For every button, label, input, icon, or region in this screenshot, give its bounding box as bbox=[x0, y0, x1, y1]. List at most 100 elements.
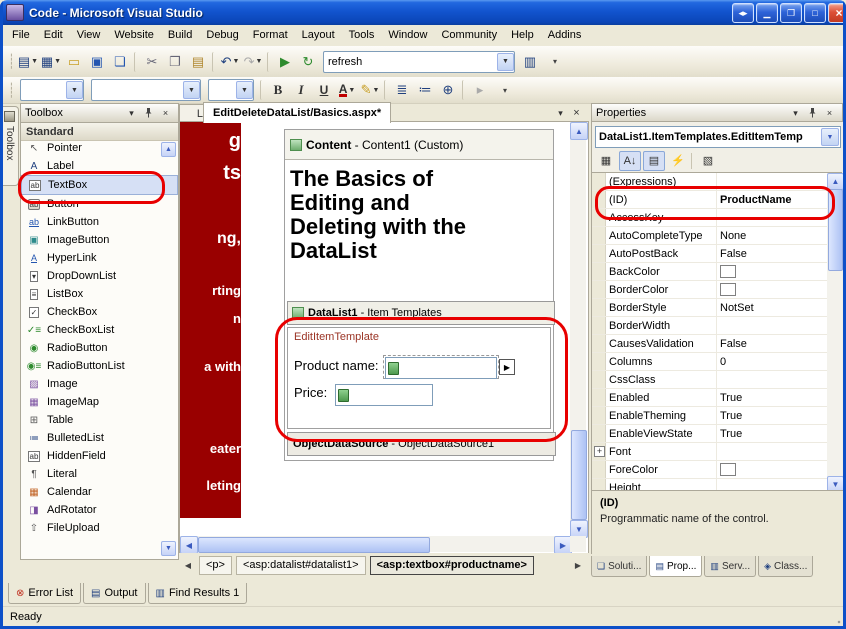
titlebar-button[interactable]: □ bbox=[804, 3, 826, 23]
toolbar-button[interactable]: ▤ ▼ bbox=[187, 51, 209, 73]
close-icon[interactable]: × bbox=[157, 105, 174, 121]
properties-toolbar-button[interactable]: ▦ bbox=[595, 151, 617, 171]
chevron-down-icon[interactable]: ▼ bbox=[821, 128, 839, 146]
properties-toolbar-button[interactable]: ▧ bbox=[697, 151, 719, 171]
property-row[interactable]: BorderWidth bbox=[592, 317, 827, 335]
property-row[interactable]: BackColor bbox=[592, 263, 827, 281]
property-value[interactable] bbox=[717, 461, 827, 478]
menu-item[interactable]: Website bbox=[107, 25, 161, 46]
bottom-panel-tab[interactable]: ⊗ Error List bbox=[8, 583, 81, 604]
close-icon[interactable]: × bbox=[821, 105, 838, 121]
toolbox-item[interactable]: ≔ BulletedList bbox=[21, 429, 178, 447]
menu-item[interactable]: Debug bbox=[199, 25, 245, 46]
properties-toolbar-button[interactable]: ⚡ bbox=[667, 151, 689, 171]
titlebar-button[interactable]: ▁ bbox=[756, 3, 778, 23]
properties-object-selector[interactable]: DataList1.ItemTemplates.EditItemTemp ▼ bbox=[595, 126, 841, 148]
property-value[interactable] bbox=[717, 443, 827, 460]
toolbox-header[interactable]: Toolbox ▾ × bbox=[21, 104, 178, 123]
toolbar-button[interactable]: ▥ ▼ bbox=[519, 51, 541, 73]
property-row[interactable]: CssClass bbox=[592, 371, 827, 389]
scroll-left-icon[interactable]: ◀ bbox=[180, 536, 198, 554]
toolbar-button[interactable]: ⊕ ▼ bbox=[437, 79, 459, 101]
toolbar-button[interactable]: U ▼ bbox=[313, 79, 335, 101]
property-value[interactable] bbox=[717, 371, 827, 388]
toolbar-button[interactable]: ▾ ▼ bbox=[544, 51, 566, 73]
toolbar-button[interactable]: ↻ ▼ bbox=[297, 51, 319, 73]
toolbox-item[interactable]: ◉≡ RadioButtonList bbox=[21, 357, 178, 375]
menu-item[interactable]: Build bbox=[161, 25, 199, 46]
toolbox-item[interactable]: ▦ Calendar bbox=[21, 483, 178, 501]
bottom-panel-tab[interactable]: ▥ Find Results 1 bbox=[148, 583, 248, 604]
toolbar-button[interactable]: ✂ ▼ bbox=[141, 51, 163, 73]
property-value[interactable]: True bbox=[717, 389, 827, 406]
properties-toolbar-button[interactable]: A↓ bbox=[619, 151, 641, 171]
designer-hscrollbar[interactable]: ◀ ▶ bbox=[180, 536, 570, 552]
edit-item-template-region[interactable]: EditItemTemplate Product name: ▶ Price: bbox=[287, 327, 551, 429]
property-value[interactable] bbox=[717, 173, 827, 190]
objectdatasource-control[interactable]: ObjectDataSource - ObjectDataSource1 bbox=[287, 432, 556, 456]
toolbox-item[interactable]: ⇧ FileUpload bbox=[21, 519, 178, 537]
menu-item[interactable]: View bbox=[70, 25, 108, 46]
menu-item[interactable]: Community bbox=[434, 25, 504, 46]
tool-window-tab[interactable]: ❏ Soluti... bbox=[591, 556, 647, 577]
toolbar-button[interactable]: refresh ▼ bbox=[323, 51, 515, 73]
menu-item[interactable]: Format bbox=[246, 25, 295, 46]
property-value[interactable]: 0 bbox=[717, 353, 827, 370]
menu-item[interactable]: Edit bbox=[37, 25, 70, 46]
toolbar-button[interactable]: ▼ bbox=[20, 79, 84, 101]
tag-nav-right-icon[interactable]: ▶ bbox=[571, 557, 585, 573]
tag-breadcrumb[interactable]: <p> bbox=[199, 556, 232, 575]
toolbar-button[interactable]: ❐ ▼ bbox=[164, 51, 186, 73]
property-row[interactable]: ForeColor bbox=[592, 461, 827, 479]
menu-item[interactable]: File bbox=[5, 25, 37, 46]
toolbox-autohide-tab[interactable]: Toolbox bbox=[1, 106, 19, 186]
property-row[interactable]: CausesValidation False bbox=[592, 335, 827, 353]
property-value[interactable]: None bbox=[717, 227, 827, 244]
pin-icon[interactable] bbox=[140, 105, 157, 121]
toolbar-button[interactable]: ▭ ▼ bbox=[63, 51, 85, 73]
property-value[interactable]: True bbox=[717, 425, 827, 442]
content-region[interactable]: Content - Content1 (Custom) The Basics o… bbox=[284, 129, 554, 461]
toolbox-item[interactable]: ¶ Literal bbox=[21, 465, 178, 483]
toolbar-button[interactable]: ▶ ▼ bbox=[274, 51, 296, 73]
toolbox-item[interactable]: A Label bbox=[21, 157, 178, 175]
toolbar-button[interactable]: ▼ bbox=[91, 79, 201, 101]
property-row[interactable]: AutoCompleteType None bbox=[592, 227, 827, 245]
toolbox-item[interactable]: ◉ RadioButton bbox=[21, 339, 178, 357]
property-row[interactable]: BorderStyle NotSet bbox=[592, 299, 827, 317]
property-row[interactable]: Enabled True bbox=[592, 389, 827, 407]
toolbox-item[interactable]: ▦ ImageMap bbox=[21, 393, 178, 411]
toolbox-item[interactable]: ✓ CheckBox bbox=[21, 303, 178, 321]
toolbox-item[interactable]: ✓≡ CheckBoxList bbox=[21, 321, 178, 339]
smart-tag-icon[interactable]: ▶ bbox=[499, 359, 515, 375]
property-value[interactable]: True bbox=[717, 407, 827, 424]
toolbar-button[interactable]: ▣ ▼ bbox=[86, 51, 108, 73]
toolbar-button[interactable]: ▸ ▼ bbox=[469, 79, 491, 101]
toolbox-scroll-down-icon[interactable]: ▼ bbox=[161, 541, 176, 556]
property-row[interactable]: AutoPostBack False bbox=[592, 245, 827, 263]
property-row[interactable]: BorderColor bbox=[592, 281, 827, 299]
window-menu-icon[interactable]: ▾ bbox=[787, 105, 804, 121]
toolbox-item[interactable]: ab HiddenField bbox=[21, 447, 178, 465]
toolbar-button[interactable]: B ▼ bbox=[267, 79, 289, 101]
property-value[interactable] bbox=[717, 317, 827, 334]
tool-window-tab[interactable]: ▥ Serv... bbox=[704, 556, 756, 577]
property-value[interactable] bbox=[717, 281, 827, 298]
toolbox-item[interactable]: A HyperLink bbox=[21, 249, 178, 267]
menu-item[interactable]: Addins bbox=[541, 25, 589, 46]
toolbar-button[interactable]: I ▼ bbox=[290, 79, 312, 101]
toolbox-item[interactable]: ab Button bbox=[21, 195, 178, 213]
toolbox-item[interactable]: ▨ Image bbox=[21, 375, 178, 393]
toolbox-item[interactable]: ▾ DropDownList bbox=[21, 267, 178, 285]
designer-vscrollbar[interactable]: ▲ ▼ bbox=[570, 122, 586, 536]
bottom-panel-tab[interactable]: ▤ Output bbox=[83, 583, 145, 604]
menu-item[interactable]: Window bbox=[381, 25, 434, 46]
vscroll-thumb[interactable] bbox=[571, 430, 587, 520]
document-tab-active[interactable]: EditDeleteDataList/Basics.aspx* bbox=[203, 102, 391, 123]
product-name-textbox[interactable] bbox=[385, 357, 497, 379]
toolbox-item[interactable]: ab TextBox bbox=[21, 175, 178, 195]
titlebar-button[interactable]: ❐ bbox=[780, 3, 802, 23]
property-row[interactable]: AccessKey bbox=[592, 209, 827, 227]
tab-list-dropdown-icon[interactable]: ▾ bbox=[553, 106, 568, 120]
toolbar-button[interactable]: ↶ ▼ bbox=[219, 51, 241, 73]
